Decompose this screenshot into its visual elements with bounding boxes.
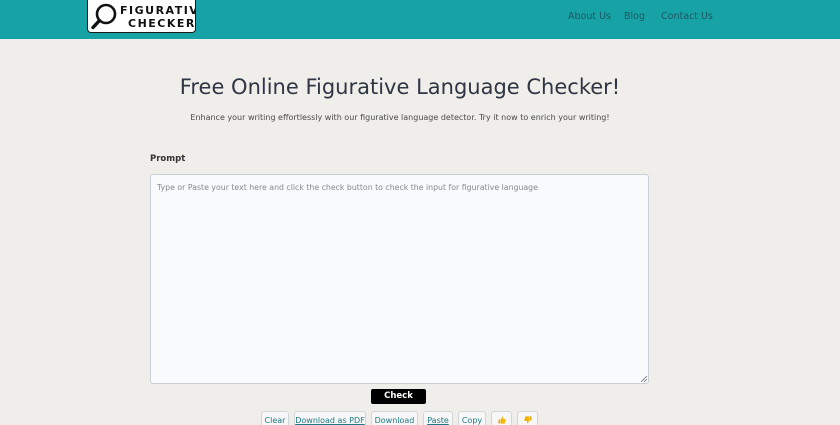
nav-contact-us[interactable]: Contact Us bbox=[661, 11, 713, 22]
nav-about-us[interactable]: About Us bbox=[568, 11, 611, 22]
prompt-textarea[interactable] bbox=[150, 174, 649, 384]
download-pdf-button[interactable]: Download as PDF bbox=[294, 411, 366, 425]
nav-blog[interactable]: Blog bbox=[624, 11, 645, 22]
copy-button-label: Copy bbox=[461, 416, 483, 425]
magnifier-icon bbox=[91, 3, 117, 30]
clear-button-label: Clear bbox=[264, 416, 286, 425]
site-logo[interactable]: FIGURATIVE CHECKER bbox=[87, 0, 196, 33]
page-title: Free Online Figurative Language Checker! bbox=[179, 75, 621, 99]
page-subtitle: Enhance your writing effortlessly with o… bbox=[190, 113, 610, 122]
resize-grip-icon[interactable] bbox=[641, 376, 647, 382]
thumbs-down-icon bbox=[523, 415, 531, 423]
download-button[interactable]: Download bbox=[371, 411, 418, 425]
check-button[interactable]: Check bbox=[371, 389, 426, 404]
thumbs-down-button[interactable] bbox=[517, 411, 538, 425]
clear-button[interactable]: Clear bbox=[261, 411, 289, 425]
copy-button[interactable]: Copy bbox=[458, 411, 486, 425]
download-pdf-label: Download as PDF bbox=[295, 416, 365, 425]
download-button-label: Download bbox=[374, 416, 415, 425]
paste-button[interactable]: Paste bbox=[423, 411, 453, 425]
thumbs-up-button[interactable] bbox=[491, 411, 512, 425]
logo-text-line1: FIGURATIVE bbox=[120, 4, 195, 17]
paste-button-label: Paste bbox=[427, 416, 449, 425]
thumbs-up-icon bbox=[498, 416, 506, 424]
logo-text-line2: CHECKER bbox=[128, 17, 196, 30]
top-nav-bar: FIGURATIVE CHECKER About Us Blog Contact… bbox=[0, 0, 840, 39]
prompt-label: Prompt bbox=[150, 154, 186, 164]
